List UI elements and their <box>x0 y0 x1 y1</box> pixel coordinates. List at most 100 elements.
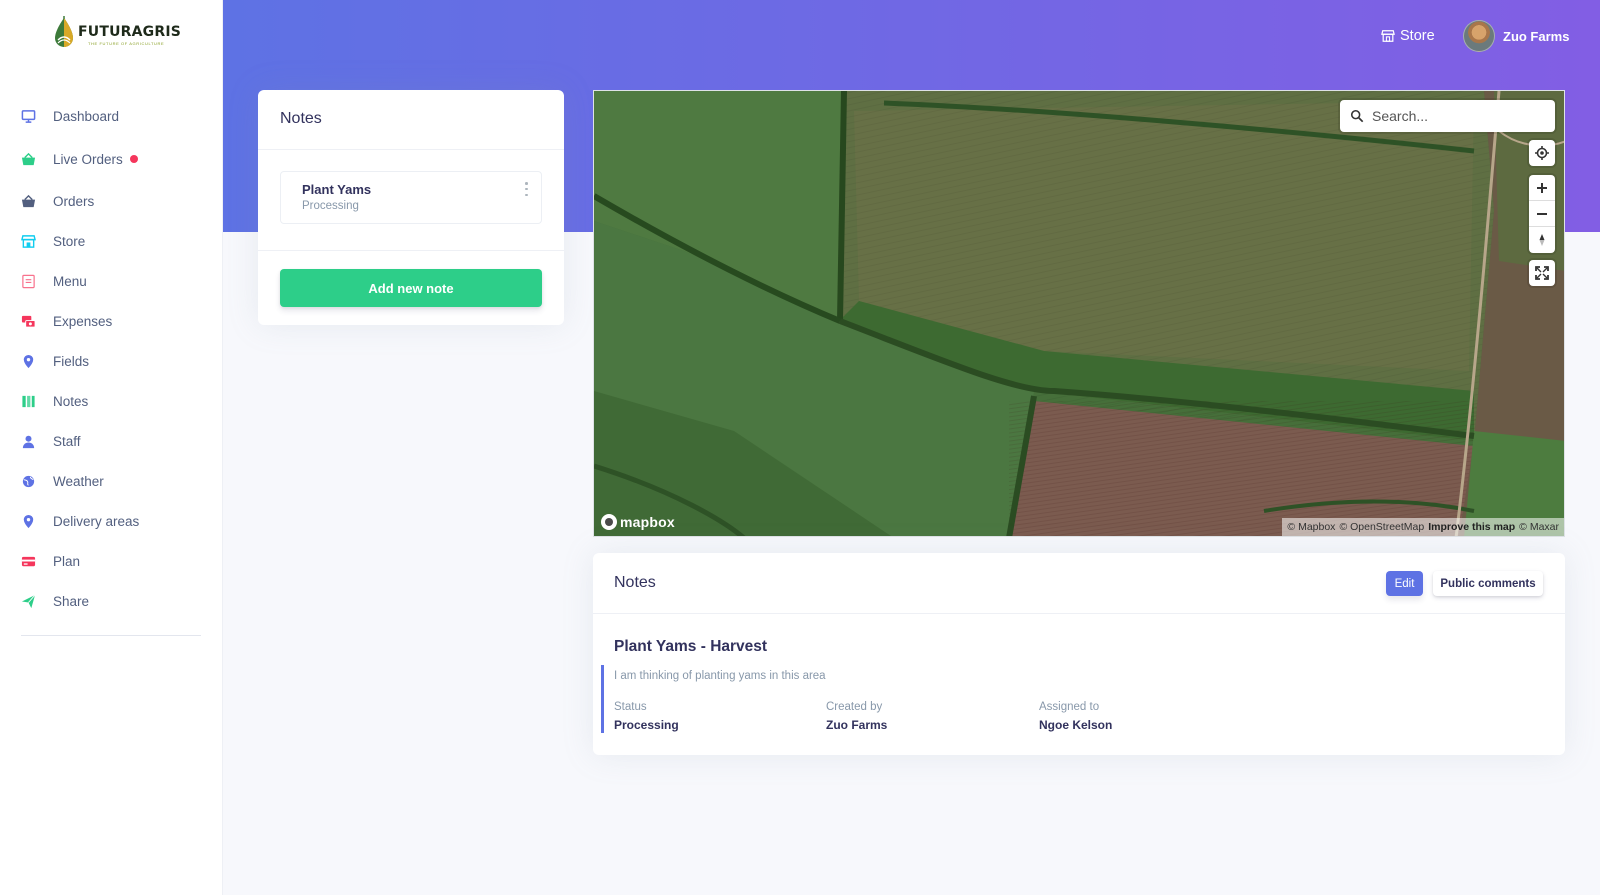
map-search-input[interactable] <box>1372 108 1542 124</box>
sidebar-item-store[interactable]: Store <box>20 229 85 253</box>
accent-bar <box>601 665 604 733</box>
map-search-box[interactable] <box>1340 100 1555 132</box>
plus-icon <box>1537 182 1547 193</box>
map-pin-icon <box>20 513 36 529</box>
sidebar-item-label: Plan <box>53 553 81 569</box>
sidebar-item-staff[interactable]: Staff <box>20 429 81 453</box>
created-by-label: Created by <box>826 701 883 713</box>
search-icon <box>1350 109 1364 123</box>
edit-button[interactable]: Edit <box>1386 571 1423 596</box>
minus-icon <box>1537 212 1547 215</box>
improve-map-link[interactable]: Improve this map <box>1428 521 1515 533</box>
note-title: Plant Yams - Harvest <box>614 638 768 655</box>
notes-list-body: Plant Yams Processing Add new note <box>258 90 564 325</box>
add-note-button[interactable]: Add new note <box>280 269 542 307</box>
menu-book-icon <box>20 273 36 289</box>
sidebar-item-label: Fields <box>53 353 90 369</box>
sidebar-item-menu[interactable]: Menu <box>20 269 87 293</box>
leaf-drop-logo-icon <box>55 16 73 47</box>
fullscreen-button[interactable] <box>1529 260 1555 286</box>
assigned-to-value: Ngoe Kelson <box>1039 718 1113 732</box>
user-menu[interactable]: Zuo Farms <box>1463 20 1569 52</box>
store-link[interactable]: Store <box>1381 24 1435 48</box>
sidebar-divider <box>21 635 201 636</box>
status-value: Processing <box>614 718 679 732</box>
sidebar-item-label: Dashboard <box>53 108 120 124</box>
store-icon <box>1381 30 1395 42</box>
attribution-mapbox-link[interactable]: © Mapbox <box>1287 521 1335 533</box>
status-field: Status Processing <box>614 701 679 732</box>
sidebar-item-label: Notes <box>53 393 89 409</box>
map-view[interactable]: mapbox © Mapbox © OpenStreetMap Improve … <box>593 90 1565 537</box>
live-indicator-dot <box>129 155 138 163</box>
sidebar-item-orders[interactable]: Orders <box>20 189 94 213</box>
created-by-value: Zuo Farms <box>826 718 888 732</box>
zoom-in-button[interactable] <box>1529 175 1555 201</box>
brand-name: FUTURAGRIS <box>78 24 182 40</box>
fullscreen-control <box>1529 260 1555 286</box>
sidebar-item-notes[interactable]: Notes <box>20 389 88 413</box>
satellite-imagery <box>594 91 1564 536</box>
basket-icon <box>20 151 36 167</box>
sidebar-item-label: Expenses <box>53 313 113 329</box>
divider <box>258 250 564 251</box>
sidebar-item-dashboard[interactable]: Dashboard <box>20 104 119 128</box>
sidebar-item-label: Share <box>53 593 90 609</box>
globe-icon <box>20 473 36 489</box>
sidebar-item-live-orders[interactable]: Live Orders <box>20 147 138 171</box>
map-attribution: © Mapbox © OpenStreetMap Improve this ma… <box>1282 518 1564 536</box>
assigned-to-label: Assigned to <box>1039 701 1100 713</box>
money-icon <box>20 313 36 329</box>
public-comments-button[interactable]: Public comments <box>1433 571 1543 596</box>
sidebar-item-fields[interactable]: Fields <box>20 349 89 373</box>
note-item-title: Plant Yams <box>302 182 372 197</box>
avatar <box>1463 20 1495 52</box>
zoom-out-button[interactable] <box>1529 201 1555 227</box>
send-icon <box>20 593 36 609</box>
list-item[interactable]: Plant Yams Processing <box>280 171 542 224</box>
note-item-status: Processing <box>302 200 359 212</box>
zoom-controls <box>1529 175 1555 253</box>
assigned-to-field: Assigned to Ngoe Kelson <box>1039 701 1112 732</box>
mapbox-logo-icon <box>601 514 617 530</box>
basket-icon <box>20 193 36 209</box>
geolocate-control <box>1529 140 1555 166</box>
note-detail-card: Notes Edit Public comments Plant Yams - … <box>593 553 1565 755</box>
brand-logo[interactable]: FUTURAGRIS THE FUTURE OF AGRICULTURE <box>52 16 181 52</box>
store-link-label: Store <box>1400 28 1435 44</box>
brand-tagline: THE FUTURE OF AGRICULTURE <box>88 41 165 46</box>
sidebar-item-label: Delivery areas <box>53 513 140 529</box>
sidebar-item-label: Menu <box>53 273 87 289</box>
attribution-maxar-link[interactable]: © Maxar <box>1519 521 1559 533</box>
sidebar-item-plan[interactable]: Plan <box>20 549 80 573</box>
user-name: Zuo Farms <box>1503 28 1570 44</box>
sidebar-item-weather[interactable]: Weather <box>20 469 104 493</box>
expand-icon <box>1535 266 1549 280</box>
geolocate-button[interactable] <box>1529 140 1555 166</box>
map-pin-icon <box>20 353 36 369</box>
sidebar-item-label: Orders <box>53 193 95 209</box>
store-icon <box>20 233 36 249</box>
compass-icon <box>1539 234 1545 246</box>
note-detail-header: Notes Edit Public comments <box>593 553 1565 614</box>
sidebar-item-share[interactable]: Share <box>20 589 89 613</box>
note-description: I am thinking of planting yams in this a… <box>614 670 826 682</box>
note-detail-header-title: Notes <box>614 574 656 591</box>
monitor-icon <box>20 108 36 124</box>
sidebar: FUTURAGRIS THE FUTURE OF AGRICULTURE Das… <box>0 0 223 895</box>
kebab-menu-icon[interactable] <box>525 182 529 196</box>
status-label: Status <box>614 701 647 713</box>
sidebar-item-label: Staff <box>53 433 81 449</box>
mapbox-logo-text: mapbox <box>620 514 675 530</box>
attribution-osm-link[interactable]: © OpenStreetMap <box>1339 521 1424 533</box>
person-icon <box>20 433 36 449</box>
compass-button[interactable] <box>1529 227 1555 253</box>
credit-card-icon <box>20 553 36 569</box>
mapbox-logo[interactable]: mapbox <box>601 514 675 530</box>
sidebar-item-label: Live Orders <box>53 151 123 167</box>
sidebar-item-label: Weather <box>53 473 104 489</box>
sidebar-item-delivery-areas[interactable]: Delivery areas <box>20 509 139 533</box>
notes-icon <box>20 393 36 409</box>
sidebar-item-expenses[interactable]: Expenses <box>20 309 112 333</box>
created-by-field: Created by Zuo Farms <box>826 701 887 732</box>
